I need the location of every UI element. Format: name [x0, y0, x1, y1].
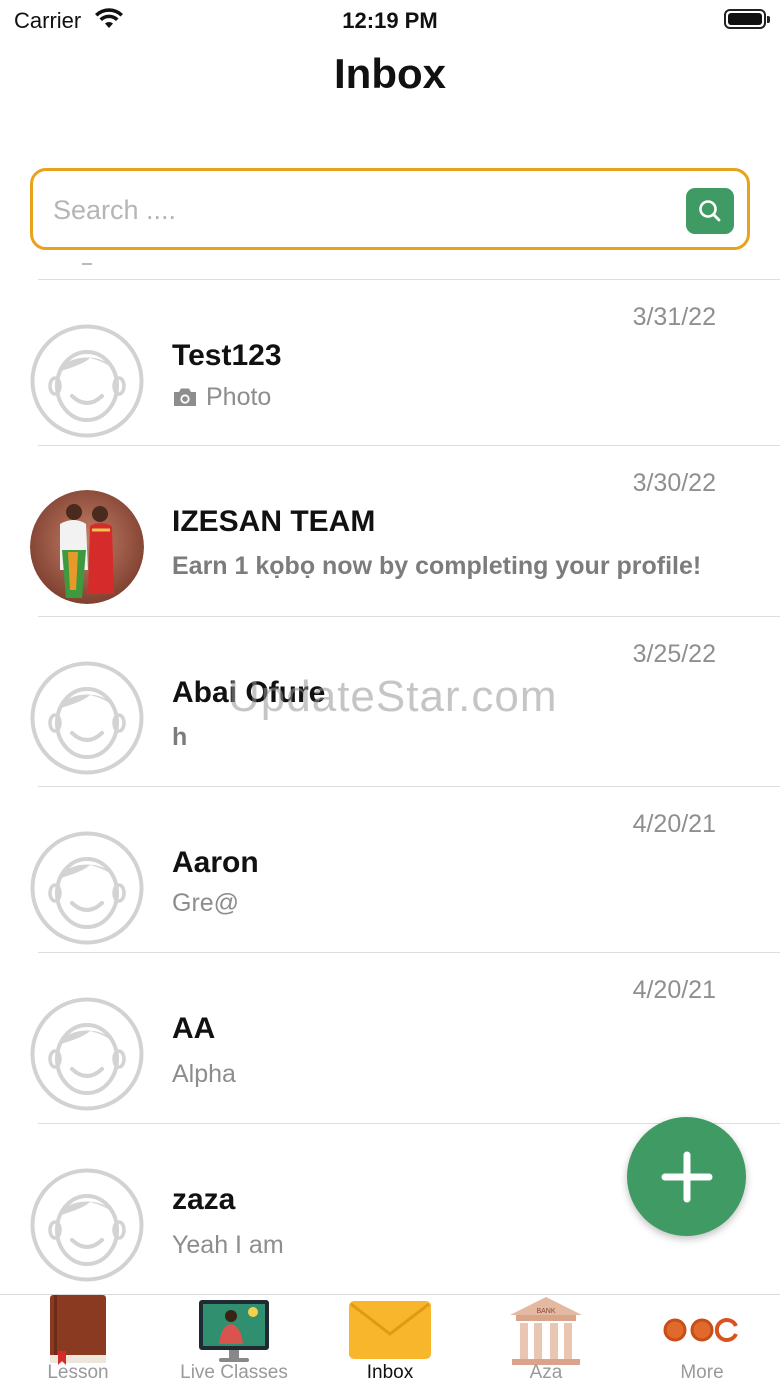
- tab-label: Lesson: [47, 1362, 109, 1383]
- book-icon: [50, 1295, 106, 1365]
- message-date: 4/20/21: [632, 976, 716, 1004]
- conversation-row[interactable]: Aaron Gre@ 4/20/21: [0, 786, 780, 952]
- page-title: Inbox: [334, 50, 446, 97]
- status-bar: Carrier 12:19 PM: [0, 0, 780, 40]
- contact-name: AA: [172, 1012, 216, 1045]
- default-avatar: [30, 1168, 144, 1282]
- conversation-row[interactable]: IZESAN TEAM Earn 1 kọbọ now by completin…: [0, 445, 780, 616]
- envelope-icon: [349, 1301, 431, 1359]
- camera-icon: [174, 388, 196, 406]
- contact-name: Aaron: [172, 846, 259, 879]
- message-preview: Alpha: [172, 1060, 236, 1088]
- contact-name: Test123: [172, 339, 282, 372]
- tab-label: Inbox: [366, 1362, 414, 1383]
- tab-bar: Lesson Live Classes Inbox BANK Aza More: [0, 1294, 780, 1387]
- teacher-screen-icon: [199, 1300, 269, 1362]
- search-input[interactable]: [53, 185, 673, 235]
- message-preview: Earn 1 kọbọ now by completing your profi…: [172, 552, 702, 580]
- message-date: 3/31/22: [632, 303, 716, 331]
- new-message-button[interactable]: [627, 1117, 746, 1236]
- row-divider: [38, 445, 780, 446]
- conversation-row[interactable]: AA Alpha 4/20/21: [0, 952, 780, 1123]
- row-divider: [38, 616, 780, 617]
- row-divider: [38, 279, 780, 280]
- search-icon: [699, 200, 721, 222]
- message-date: 3/25/22: [632, 640, 716, 668]
- message-preview: Photo: [172, 383, 271, 412]
- pull-indicator: [82, 263, 92, 265]
- tab-more[interactable]: More: [624, 1295, 780, 1387]
- default-avatar: [30, 831, 144, 945]
- row-divider: [38, 952, 780, 953]
- default-avatar: [30, 661, 144, 775]
- tab-lesson[interactable]: Lesson: [0, 1295, 156, 1387]
- message-date: 4/20/21: [632, 810, 716, 838]
- tab-aza[interactable]: BANK Aza: [468, 1295, 624, 1387]
- message-preview: h: [172, 723, 188, 751]
- tab-label: More: [680, 1362, 724, 1383]
- contact-name: IZESAN TEAM: [172, 505, 376, 538]
- contact-name: zaza: [172, 1183, 236, 1216]
- search-bar: [30, 168, 750, 250]
- clock: 12:19 PM: [342, 8, 438, 33]
- default-avatar: [30, 997, 144, 1111]
- team-photo-avatar: [30, 490, 144, 604]
- message-date: 3/30/22: [632, 469, 716, 497]
- battery-icon: [724, 9, 770, 29]
- tab-label: Aza: [529, 1362, 563, 1383]
- row-divider: [38, 786, 780, 787]
- contact-name: Abai Ofure: [172, 676, 326, 709]
- conversation-row[interactable]: Test123 Photo 3/31/22: [0, 279, 780, 445]
- search-button[interactable]: [686, 188, 734, 234]
- default-avatar: [30, 324, 144, 438]
- svg-text:BANK: BANK: [536, 1308, 555, 1315]
- tab-label: Live Classes: [180, 1362, 288, 1383]
- more-dots-icon: [663, 1318, 738, 1342]
- message-preview: Gre@: [172, 889, 240, 917]
- bank-icon: BANK: [510, 1297, 582, 1365]
- tab-live-classes[interactable]: Live Classes: [156, 1295, 312, 1387]
- tab-inbox[interactable]: Inbox: [312, 1295, 468, 1387]
- conversation-row[interactable]: Abai Ofure h 3/25/22: [0, 616, 780, 786]
- message-preview-text: Photo: [206, 383, 272, 411]
- message-preview: Yeah I am: [172, 1231, 284, 1259]
- plus-icon: [661, 1151, 712, 1202]
